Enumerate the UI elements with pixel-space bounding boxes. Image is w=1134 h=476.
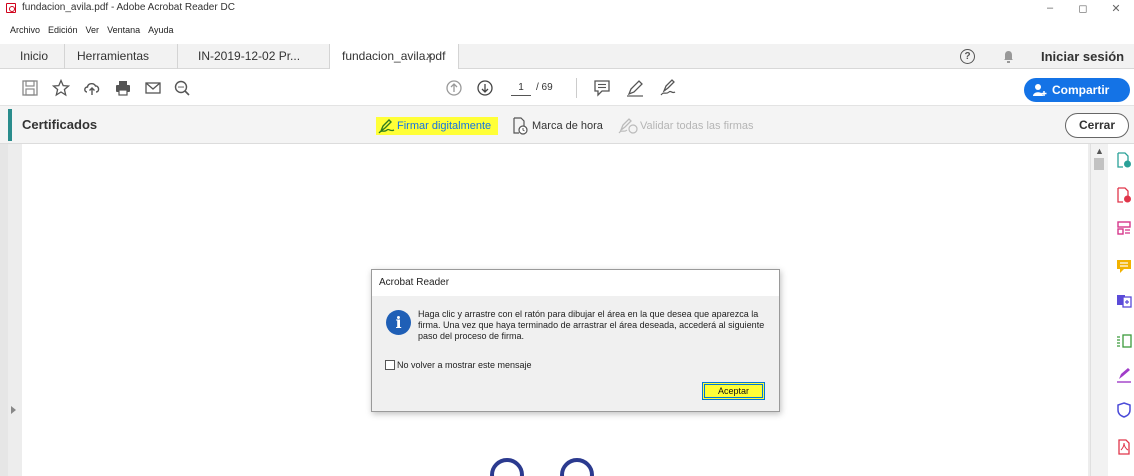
previous-page-icon[interactable]	[445, 79, 463, 97]
scroll-thumb[interactable]	[1094, 158, 1104, 170]
add-user-icon	[1033, 83, 1047, 97]
validate-all-signatures-button[interactable]: Validar todas las firmas	[618, 117, 754, 135]
highlight-pen-icon[interactable]	[626, 79, 644, 97]
save-icon[interactable]	[21, 79, 39, 97]
close-window-button[interactable]: ✕	[1106, 2, 1126, 15]
maximize-button[interactable]: ◻	[1073, 2, 1093, 15]
print-icon[interactable]	[114, 79, 132, 97]
menu-archivo[interactable]: Archivo	[10, 25, 40, 37]
fill-sign-tool-icon[interactable]	[1116, 367, 1132, 383]
tab-close-icon[interactable]: ×	[426, 44, 433, 69]
close-certificates-button[interactable]: Cerrar	[1065, 113, 1129, 138]
menu-ayuda[interactable]: Ayuda	[148, 25, 173, 37]
scroll-up-arrow-icon[interactable]: ▲	[1095, 146, 1104, 156]
title-bar: fundacion_avila.pdf - Adobe Acrobat Read…	[0, 0, 1134, 22]
create-pdf-icon[interactable]	[1116, 187, 1132, 203]
certificates-title: Certificados	[22, 117, 98, 132]
signature-info-dialog: Acrobat Reader i Haga clic y arrastre co…	[371, 269, 780, 412]
email-icon[interactable]	[144, 79, 162, 97]
share-button-label: Compartir	[1052, 83, 1110, 97]
sign-digitally-button[interactable]: Firmar digitalmente	[376, 117, 498, 135]
page-total: / 69	[536, 82, 553, 93]
main-toolbar: 1 / 69	[0, 70, 1134, 106]
compress-pdf-icon[interactable]	[1116, 333, 1132, 349]
tab-document-active[interactable]: fundacion_avila.pdf ×	[329, 44, 459, 69]
tab-home[interactable]: Inicio	[20, 44, 48, 69]
information-icon: i	[386, 310, 411, 335]
left-panel-collapsed	[0, 144, 8, 476]
validate-all-label: Validar todas las firmas	[640, 120, 754, 132]
comment-tool-icon[interactable]	[1116, 258, 1132, 274]
comment-icon[interactable]	[593, 79, 611, 97]
sign-in-button[interactable]: Iniciar sesión	[1041, 44, 1124, 69]
share-button[interactable]: Compartir	[1024, 78, 1130, 102]
help-icon[interactable]: ?	[960, 49, 975, 64]
cloud-upload-icon[interactable]	[83, 79, 101, 97]
menu-edicion[interactable]: Edición	[48, 25, 78, 37]
certificates-accent-bar	[8, 109, 12, 141]
dont-show-again-label: No volver a mostrar este mensaje	[397, 360, 532, 370]
export-pdf-icon[interactable]	[1116, 152, 1132, 168]
combine-files-icon[interactable]	[1116, 293, 1132, 309]
window-title: fundacion_avila.pdf - Adobe Acrobat Read…	[22, 2, 235, 13]
sign-pen-icon	[378, 119, 395, 134]
protect-shield-icon[interactable]	[1116, 402, 1132, 418]
fill-sign-icon[interactable]	[660, 79, 678, 97]
bookmark-star-icon[interactable]	[52, 79, 70, 97]
organize-pages-icon[interactable]	[1116, 220, 1132, 236]
tab-divider	[177, 44, 178, 69]
timestamp-label: Marca de hora	[532, 120, 603, 132]
minimize-button[interactable]: –	[1040, 2, 1060, 14]
menu-ver[interactable]: Ver	[86, 25, 100, 37]
page-number-input[interactable]: 1	[511, 80, 531, 96]
sign-digitally-label: Firmar digitalmente	[397, 120, 492, 132]
timestamp-document-icon	[513, 117, 528, 135]
menu-bar: Archivo Edición Ver Ventana Ayuda	[0, 25, 173, 37]
certificates-toolbar: Certificados Firmar digitalmente Marca d…	[0, 106, 1134, 144]
tab-document-1[interactable]: IN-2019-12-02 Pr...	[198, 44, 300, 69]
toolbar-divider	[576, 78, 577, 98]
tab-divider	[64, 44, 65, 69]
accept-button[interactable]: Aceptar	[702, 382, 765, 400]
pdf-file-icon[interactable]	[1116, 439, 1132, 455]
next-page-icon[interactable]	[476, 79, 494, 97]
dont-show-again-option[interactable]: No volver a mostrar este mensaje	[385, 360, 532, 371]
notification-bell-icon[interactable]	[1003, 50, 1014, 63]
tab-tools[interactable]: Herramientas	[77, 44, 149, 69]
tab-bar: Inicio Herramientas IN-2019-12-02 Pr... …	[0, 44, 1134, 69]
timestamp-button[interactable]: Marca de hora	[512, 117, 603, 135]
dont-show-again-checkbox[interactable]	[385, 360, 395, 370]
expand-left-panel-arrow-icon[interactable]	[11, 406, 16, 414]
acrobat-app-icon	[6, 3, 16, 13]
validate-signature-icon	[618, 118, 638, 134]
dialog-message: Haga clic y arrastre con el ratón para d…	[418, 309, 765, 341]
dialog-title: Acrobat Reader	[372, 270, 779, 296]
vertical-scrollbar[interactable]	[1090, 144, 1108, 476]
menu-ventana[interactable]: Ventana	[107, 25, 140, 37]
search-zoom-icon[interactable]	[173, 79, 191, 97]
